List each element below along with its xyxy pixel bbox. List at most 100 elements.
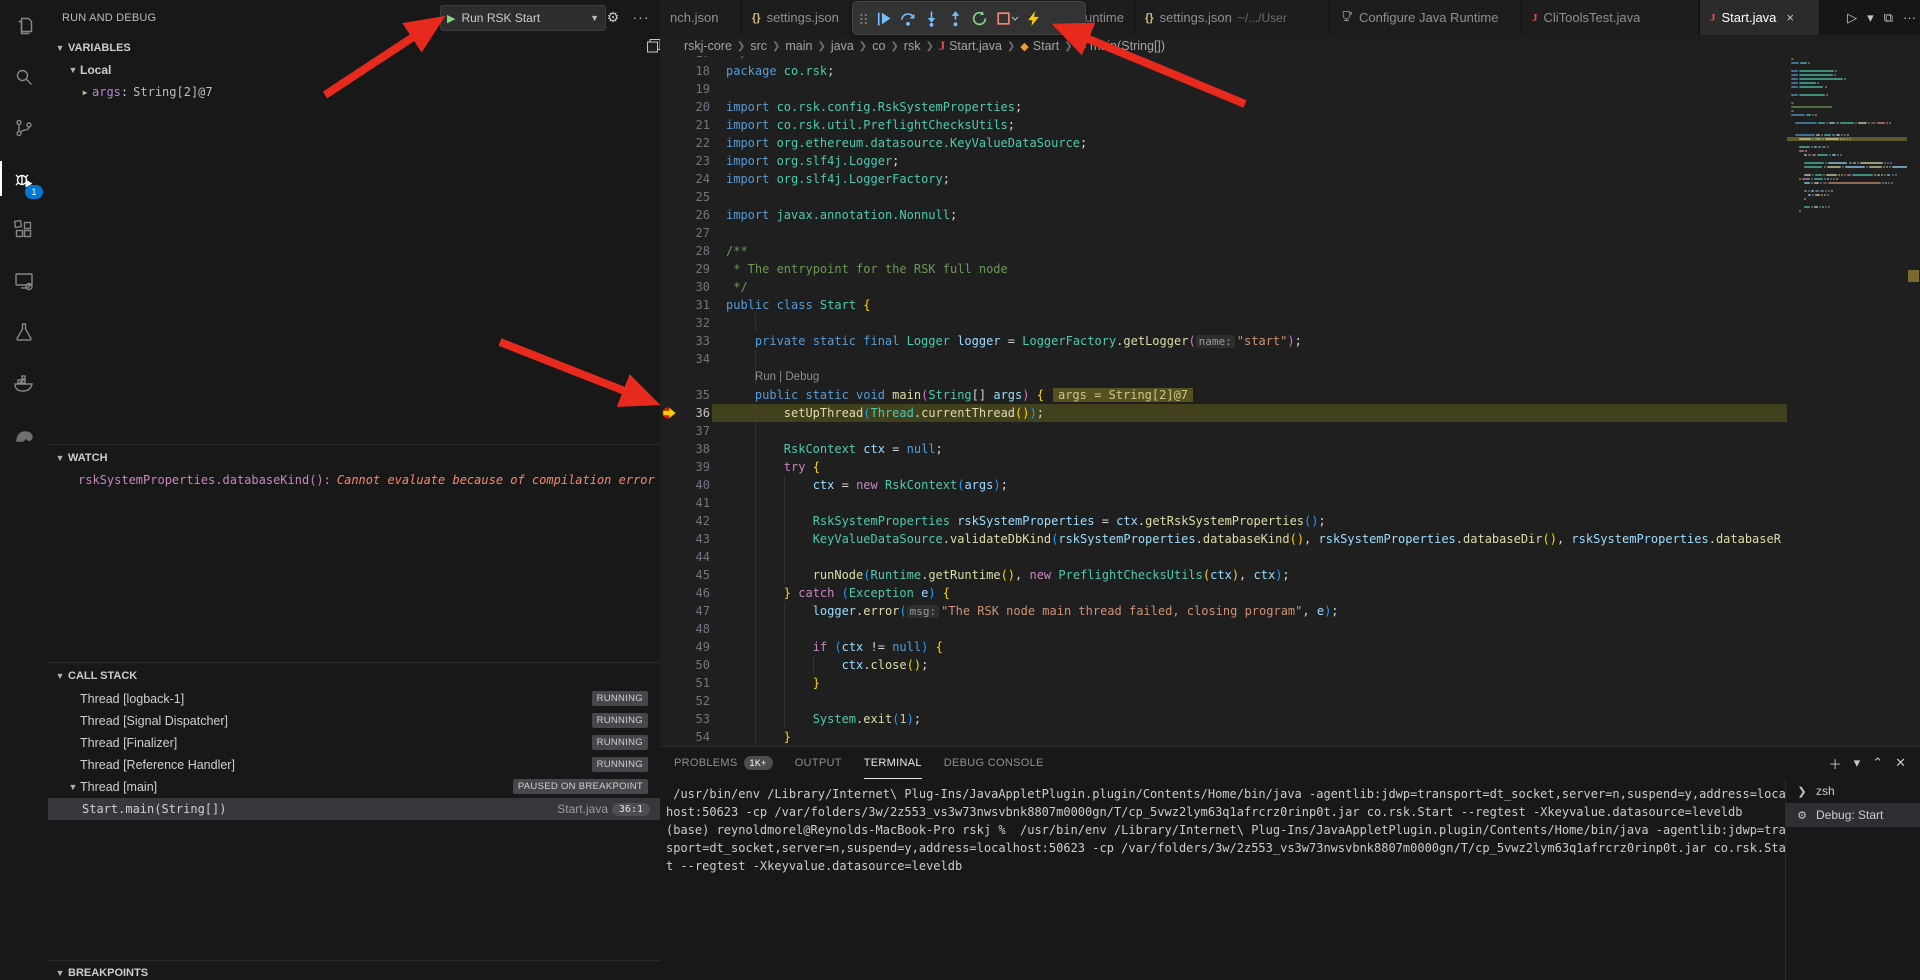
panel-chevron-up-icon[interactable]: ⌃ <box>1872 755 1883 771</box>
breadcrumb-symbol-class[interactable]: ◆Start <box>1020 39 1059 53</box>
section-header-watch[interactable]: ▼WATCH <box>52 448 660 468</box>
breadcrumb-item[interactable]: rskj-core <box>684 39 732 53</box>
activity-gradle-icon[interactable] <box>0 408 48 459</box>
close-icon[interactable]: × <box>1786 10 1794 25</box>
activity-testing-icon[interactable] <box>0 306 48 357</box>
code-line-45[interactable]: 45runNode(Runtime.getRuntime(), new Pref… <box>660 566 1787 584</box>
activity-search-icon[interactable] <box>0 51 48 102</box>
code-line-44[interactable]: 44 <box>660 548 1787 566</box>
code-line-41[interactable]: 41 <box>660 494 1787 512</box>
code-line-30[interactable]: 30 */ <box>660 278 1787 296</box>
debug-stop-chevron-button[interactable] <box>1009 5 1021 31</box>
debug-step-over-button[interactable] <box>895 5 919 31</box>
debug-grip-handle[interactable] <box>857 5 871 31</box>
debug-continue-button[interactable] <box>871 5 895 31</box>
debug-step-out-button[interactable] <box>943 5 967 31</box>
tab-nch-json[interactable]: nch.json <box>660 0 742 35</box>
code-line-31[interactable]: 31public class Start { <box>660 296 1787 314</box>
code-line-25[interactable]: 25 <box>660 188 1787 206</box>
activity-run-and-debug-icon[interactable]: 1 <box>0 153 48 204</box>
code-line-48[interactable]: 48 <box>660 620 1787 638</box>
code-line-32[interactable]: 32 <box>660 314 1787 332</box>
breadcrumb-item[interactable]: main <box>785 39 812 53</box>
panel-tab-output[interactable]: OUTPUT <box>795 747 842 779</box>
code-line-47[interactable]: 47logger.error(msg:"The RSK node main th… <box>660 602 1787 620</box>
variables-scope-local[interactable]: ▼Local <box>66 60 111 80</box>
breadcrumb-item[interactable]: rsk <box>904 39 921 53</box>
tab-settings-json[interactable]: {}settings.json <box>742 0 862 35</box>
terminal-session-zsh[interactable]: ❯zsh <box>1786 779 1920 803</box>
activity-source-control-icon[interactable] <box>0 102 48 153</box>
call-stack-frame[interactable]: Start.main(String[])Start.java36:1 <box>48 798 660 820</box>
call-stack-thread[interactable]: Thread [Finalizer]RUNNING <box>48 732 660 754</box>
debug-hot-code-replace-button[interactable] <box>1021 5 1045 31</box>
call-stack-thread[interactable]: Thread [logback-1]RUNNING <box>48 688 660 710</box>
code-lens-run-debug[interactable]: Run | Debug <box>755 368 819 386</box>
code-line-49[interactable]: 49if (ctx != null) { <box>660 638 1787 656</box>
breadcrumb-item[interactable]: src <box>750 39 767 53</box>
tab-configure-java-runtime[interactable]: Configure Java Runtime <box>1330 0 1522 35</box>
panel-plus-icon[interactable]: ＋ <box>1829 754 1842 773</box>
minimap[interactable] <box>1787 56 1907 746</box>
section-header-call-stack[interactable]: ▼CALL STACK <box>52 666 660 686</box>
activity-explorer-icon[interactable] <box>0 0 48 51</box>
code-line-43[interactable]: 43KeyValueDataSource.validateDbKind(rskS… <box>660 530 1787 548</box>
views-more-icon[interactable]: ··· <box>632 8 650 26</box>
code-line-51[interactable]: 51} <box>660 674 1787 692</box>
tab-settings-json[interactable]: {}settings.json~/.../User <box>1135 0 1330 35</box>
code-line-36[interactable]: 36setUpThread(Thread.currentThread()); <box>660 404 1787 422</box>
code-editor[interactable]: 17 */18package co.rsk;1920import co.rsk.… <box>660 56 1787 746</box>
debug-restart-button[interactable] <box>967 5 991 31</box>
code-line-20[interactable]: 20import co.rsk.config.RskSystemProperti… <box>660 98 1787 116</box>
section-header-variables[interactable]: ▼VARIABLES <box>52 38 660 58</box>
code-lens-row[interactable]: Run | Debug <box>660 368 1787 386</box>
code-line-34[interactable]: 34 <box>660 350 1787 368</box>
debug-settings-gear-icon[interactable]: ⚙ <box>604 8 622 26</box>
panel-close-icon[interactable]: ✕ <box>1895 755 1906 771</box>
activity-remote-explorer-icon[interactable] <box>0 255 48 306</box>
tab-start-java[interactable]: JStart.java× <box>1700 0 1820 35</box>
code-line-22[interactable]: 22import org.ethereum.datasource.KeyValu… <box>660 134 1787 152</box>
split-editor-icon[interactable]: ⧉ <box>1884 10 1893 26</box>
code-line-40[interactable]: 40ctx = new RskContext(args); <box>660 476 1787 494</box>
overview-ruler[interactable] <box>1907 56 1920 746</box>
chevron-down-icon[interactable]: ▼ <box>590 13 599 23</box>
code-line-33[interactable]: 33private static final Logger logger = L… <box>660 332 1787 350</box>
run-java-button[interactable]: ▷ <box>1847 10 1857 26</box>
code-line-39[interactable]: 39try { <box>660 458 1787 476</box>
code-line-27[interactable]: 27 <box>660 224 1787 242</box>
tab-clitoolstest-java[interactable]: JCliToolsTest.java <box>1522 0 1700 35</box>
code-line-53[interactable]: 53System.exit(1); <box>660 710 1787 728</box>
code-line-21[interactable]: 21import co.rsk.util.PreflightChecksUtil… <box>660 116 1787 134</box>
terminal-output[interactable]: /usr/bin/env /Library/Internet\ Plug-Ins… <box>666 785 1786 980</box>
code-line-38[interactable]: 38RskContext ctx = null; <box>660 440 1787 458</box>
code-line-24[interactable]: 24import org.slf4j.LoggerFactory; <box>660 170 1787 188</box>
debug-step-into-button[interactable] <box>919 5 943 31</box>
code-line-37[interactable]: 37 <box>660 422 1787 440</box>
code-line-54[interactable]: 54} <box>660 728 1787 746</box>
code-line-42[interactable]: 42RskSystemProperties rskSystemPropertie… <box>660 512 1787 530</box>
code-line-29[interactable]: 29 * The entrypoint for the RSK full nod… <box>660 260 1787 278</box>
terminal-session-debug-start[interactable]: ⚙Debug: Start <box>1786 803 1920 827</box>
launch-config-dropdown[interactable]: ▶ Run RSK Start ▼ <box>440 5 606 31</box>
variable-row[interactable]: ▶args:String[2]@7 <box>78 82 213 102</box>
code-line-52[interactable]: 52 <box>660 692 1787 710</box>
code-line-28[interactable]: 28/** <box>660 242 1787 260</box>
code-line-35[interactable]: 35public static void main(String[] args)… <box>660 386 1787 404</box>
chevron-down-icon[interactable]: ▾ <box>1867 10 1874 26</box>
code-line-18[interactable]: 18package co.rsk; <box>660 62 1787 80</box>
panel-tab-terminal[interactable]: TERMINAL <box>864 747 922 779</box>
panel-tab-problems[interactable]: PROBLEMS1K+ <box>674 747 773 779</box>
code-line-19[interactable]: 19 <box>660 80 1787 98</box>
run-play-icon[interactable]: ▶ <box>447 12 455 25</box>
breadcrumb-symbol-method[interactable]: ◈main(String[]) <box>1078 39 1166 53</box>
call-stack-thread[interactable]: Thread [Signal Dispatcher]RUNNING <box>48 710 660 732</box>
breadcrumb-file[interactable]: JStart.java <box>939 39 1002 54</box>
panel-chevron-down-icon[interactable]: ▾ <box>1854 755 1861 771</box>
panel-tab-debug-console[interactable]: DEBUG CONSOLE <box>944 747 1044 779</box>
code-line-50[interactable]: 50ctx.close(); <box>660 656 1787 674</box>
activity-docker-icon[interactable] <box>0 357 48 408</box>
activity-extensions-icon[interactable] <box>0 204 48 255</box>
breadcrumb-item[interactable]: co <box>872 39 885 53</box>
call-stack-thread[interactable]: ▼Thread [main]PAUSED ON BREAKPOINT <box>48 776 660 798</box>
